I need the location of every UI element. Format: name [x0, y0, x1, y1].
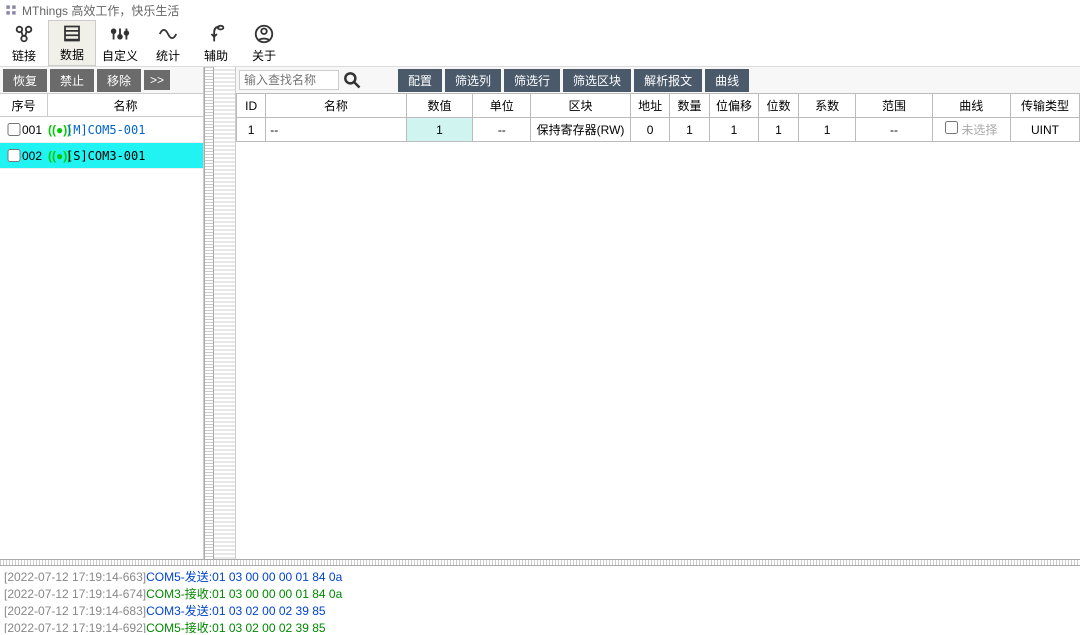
td-curve[interactable]: 未选择: [932, 118, 1010, 142]
th-id[interactable]: ID: [237, 94, 266, 118]
td-addr[interactable]: 0: [630, 118, 669, 142]
th-bitoff[interactable]: 位偏移: [709, 94, 759, 118]
titlebar-text: MThings 高效工作，快乐生活: [22, 2, 179, 19]
data-table: ID 名称 数值 单位 区块 地址 数量 位偏移 位数 系数 范围 曲线 传输类…: [236, 93, 1080, 142]
device-row[interactable]: 001 ((●)) [M]COM5-001: [0, 117, 203, 143]
search-icon[interactable]: [342, 70, 362, 90]
th-curve[interactable]: 曲线: [932, 94, 1010, 118]
menu-link[interactable]: 链接: [0, 20, 48, 66]
td-bits[interactable]: 1: [759, 118, 798, 142]
ruler-gutter: [214, 67, 236, 559]
filter-block-button[interactable]: 筛选区块: [563, 69, 631, 92]
td-id[interactable]: 1: [237, 118, 266, 142]
td-range[interactable]: --: [856, 118, 932, 142]
th-block[interactable]: 区块: [531, 94, 631, 118]
device-checkbox[interactable]: [6, 149, 22, 162]
td-unit[interactable]: --: [473, 118, 531, 142]
device-num: 001: [22, 123, 48, 137]
vertical-splitter[interactable]: [204, 67, 214, 559]
th-range[interactable]: 范围: [856, 94, 932, 118]
device-checkbox[interactable]: [6, 123, 22, 136]
custom-icon: [109, 23, 131, 45]
log-line: [2022-07-12 17:19:14-674]COM3-接收:01 03 0…: [4, 585, 1076, 602]
main-pane: 配置 筛选列 筛选行 筛选区块 解析报文 曲线 ID 名称 数值 单位 区块 地…: [236, 67, 1080, 559]
device-sidebar: 恢复 禁止 移除 >> 序号 名称 001 ((●)) [M]COM5-001 …: [0, 67, 204, 559]
assist-icon: [205, 23, 227, 45]
device-name: [M]COM5-001: [66, 123, 145, 137]
data-table-scroll[interactable]: ID 名称 数值 单位 区块 地址 数量 位偏移 位数 系数 范围 曲线 传输类…: [236, 93, 1080, 142]
menu-custom[interactable]: 自定义: [96, 20, 144, 66]
data-icon: [61, 23, 83, 44]
td-qty[interactable]: 1: [670, 118, 709, 142]
th-bits[interactable]: 位数: [759, 94, 798, 118]
search-input[interactable]: [239, 70, 339, 90]
td-type[interactable]: UINT: [1010, 118, 1079, 142]
th-coef[interactable]: 系数: [798, 94, 856, 118]
about-icon: [253, 23, 275, 45]
th-type[interactable]: 传输类型: [1010, 94, 1079, 118]
titlebar: MThings 高效工作，快乐生活: [0, 0, 1080, 20]
table-row[interactable]: 1 -- 1 -- 保持寄存器(RW) 0 1 1 1 1 -- 未选择 UIN…: [237, 118, 1080, 142]
header-seq: 序号: [0, 94, 48, 116]
restore-button[interactable]: 恢复: [3, 69, 47, 92]
sidebar-toolbar: 恢复 禁止 移除 >>: [0, 67, 203, 93]
th-addr[interactable]: 地址: [630, 94, 669, 118]
filter-row-button[interactable]: 筛选行: [504, 69, 560, 92]
app-icon: [4, 3, 18, 17]
data-toolbar: 配置 筛选列 筛选行 筛选区块 解析报文 曲线: [236, 67, 1080, 93]
horizontal-splitter[interactable]: [0, 559, 1080, 566]
device-row[interactable]: 002 ((●)) [S]COM3-001: [0, 143, 203, 169]
main-toolbar: 链接 数据 自定义 统计 辅助 关于: [0, 20, 1080, 67]
sidebar-header: 序号 名称: [0, 93, 203, 117]
log-line: [2022-07-12 17:19:14-692]COM5-接收:01 03 0…: [4, 619, 1076, 633]
filter-col-button[interactable]: 筛选列: [445, 69, 501, 92]
td-value[interactable]: 1: [406, 118, 473, 142]
td-name[interactable]: --: [266, 118, 406, 142]
parse-button[interactable]: 解析报文: [634, 69, 702, 92]
curve-checkbox[interactable]: [945, 121, 958, 134]
td-coef[interactable]: 1: [798, 118, 856, 142]
device-num: 002: [22, 149, 48, 163]
stats-icon: [157, 23, 179, 45]
menu-stats[interactable]: 统计: [144, 20, 192, 66]
curve-button[interactable]: 曲线: [705, 69, 749, 92]
config-button[interactable]: 配置: [398, 69, 442, 92]
td-block[interactable]: 保持寄存器(RW): [531, 118, 631, 142]
device-name: [S]COM3-001: [66, 149, 145, 163]
log-panel: [2022-07-12 17:19:14-663]COM5-发送:01 03 0…: [0, 566, 1080, 633]
td-bitoff[interactable]: 1: [709, 118, 759, 142]
signal-icon: ((●)): [48, 149, 66, 163]
menu-assist[interactable]: 辅助: [192, 20, 240, 66]
th-value[interactable]: 数值: [406, 94, 473, 118]
header-name: 名称: [48, 94, 203, 116]
table-header-row: ID 名称 数值 单位 区块 地址 数量 位偏移 位数 系数 范围 曲线 传输类…: [237, 94, 1080, 118]
log-line: [2022-07-12 17:19:14-683]COM3-发送:01 03 0…: [4, 602, 1076, 619]
th-qty[interactable]: 数量: [670, 94, 709, 118]
expand-button[interactable]: >>: [144, 70, 170, 90]
remove-button[interactable]: 移除: [97, 69, 141, 92]
link-icon: [13, 23, 35, 45]
menu-data[interactable]: 数据: [48, 20, 96, 66]
log-line: [2022-07-12 17:19:14-663]COM5-发送:01 03 0…: [4, 568, 1076, 585]
th-name[interactable]: 名称: [266, 94, 406, 118]
signal-icon: ((●)): [48, 123, 66, 137]
forbid-button[interactable]: 禁止: [50, 69, 94, 92]
menu-about[interactable]: 关于: [240, 20, 288, 66]
th-unit[interactable]: 单位: [473, 94, 531, 118]
